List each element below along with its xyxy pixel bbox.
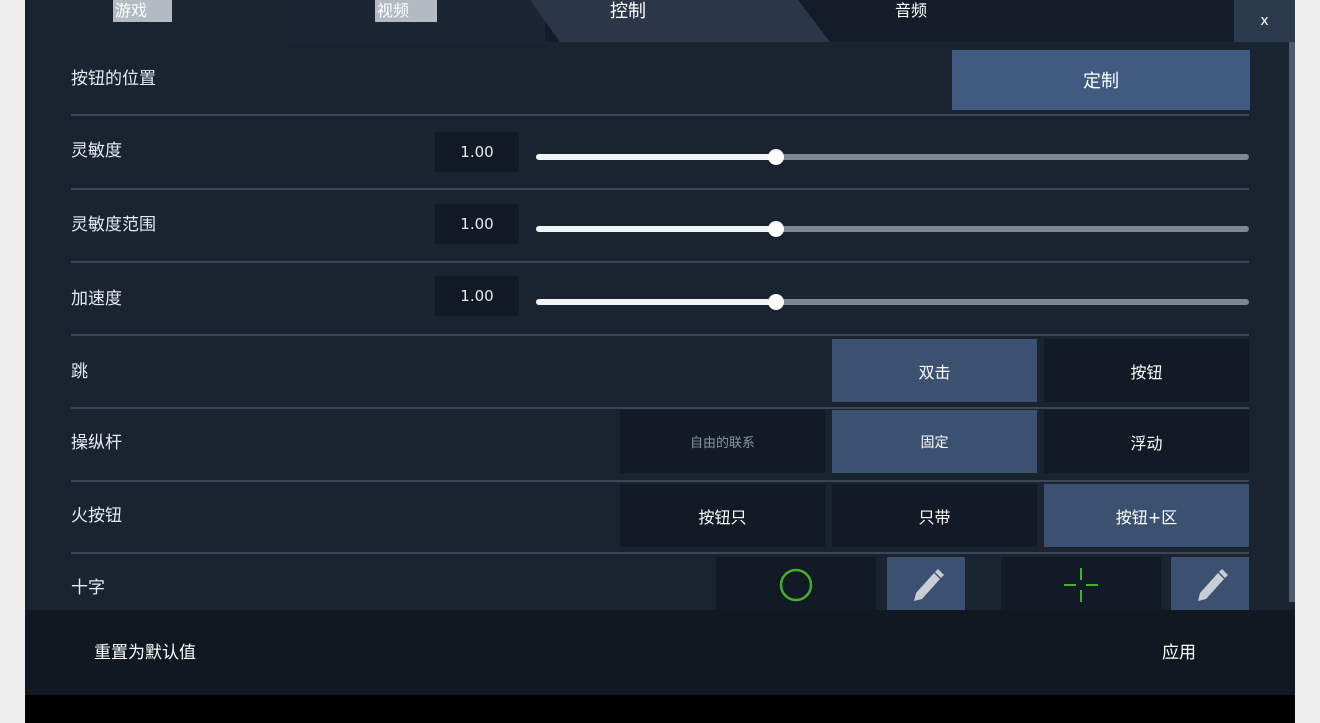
row-sensitivity-range: 灵敏度范围 1.00: [71, 189, 1249, 263]
sensitivity-slider-fill: [536, 154, 776, 160]
jump-option-button[interactable]: 按钮: [1044, 339, 1249, 402]
reset-defaults-button[interactable]: 重置为默认值: [94, 638, 196, 663]
row-sensitivity: 灵敏度 1.00: [71, 116, 1249, 190]
crosshair-circle-option[interactable]: [716, 557, 876, 613]
tab-games[interactable]: 游戏: [25, 0, 287, 42]
tab-video-label: 视频: [375, 0, 437, 22]
sensitivity-label: 灵敏度: [71, 141, 122, 161]
crosshair-label: 十字: [71, 578, 105, 598]
joystick-option-floating[interactable]: 浮动: [1044, 410, 1249, 473]
acceleration-slider-thumb[interactable]: [767, 294, 784, 310]
tab-controls[interactable]: 控制: [530, 0, 830, 42]
sensitivity-range-slider-fill: [536, 226, 776, 232]
tab-games-label: 游戏: [113, 0, 172, 22]
circle-crosshair-icon: [779, 568, 813, 602]
pencil-icon: [914, 569, 944, 601]
fire-button-label: 火按钮: [71, 506, 122, 526]
row-fire-button: 火按钮 按钮只 只带 按钮+区: [71, 480, 1249, 554]
acceleration-value[interactable]: 1.00: [435, 276, 519, 316]
acceleration-slider-fill: [536, 299, 776, 305]
sensitivity-value[interactable]: 1.00: [435, 132, 519, 172]
tab-bar: 游戏 视频 音频 控制 x: [25, 0, 1295, 42]
button-position-label: 按钮的位置: [71, 69, 156, 89]
tab-controls-label: 控制: [610, 1, 646, 22]
crosshair-cross-option[interactable]: [1001, 557, 1161, 613]
row-acceleration: 加速度 1.00: [71, 262, 1249, 336]
jump-label: 跳: [71, 362, 88, 382]
fire-option-button-and-zone[interactable]: 按钮+区: [1044, 484, 1249, 547]
tab-audio-label: 音频: [895, 1, 928, 20]
sensitivity-range-value[interactable]: 1.00: [435, 204, 519, 244]
settings-window: 游戏 视频 音频 控制 x 按钮的位置 定制 灵敏度 1.00 灵敏度范围 1.…: [25, 0, 1295, 723]
sensitivity-range-label: 灵敏度范围: [71, 215, 156, 235]
fire-option-button-only[interactable]: 按钮只: [620, 484, 825, 547]
jump-option-double-tap[interactable]: 双击: [832, 339, 1037, 402]
pencil-icon: [1198, 569, 1228, 601]
crosshair-circle-edit-button[interactable]: [887, 557, 965, 613]
sensitivity-slider-thumb[interactable]: [767, 149, 784, 165]
close-button[interactable]: x: [1234, 0, 1295, 42]
customize-button[interactable]: 定制: [952, 50, 1250, 110]
acceleration-slider[interactable]: [536, 294, 1249, 310]
tab-audio[interactable]: 音频: [800, 0, 1230, 42]
row-joystick: 操纵杆 自由的联系 固定 浮动: [71, 408, 1249, 482]
joystick-option-fixed[interactable]: 固定: [832, 410, 1037, 473]
tab-video[interactable]: 视频: [287, 0, 545, 42]
close-icon: x: [1260, 13, 1269, 29]
joystick-option-free[interactable]: 自由的联系: [620, 410, 825, 473]
scrollbar[interactable]: [1289, 42, 1295, 602]
acceleration-label: 加速度: [71, 289, 122, 309]
crosshair-cross-edit-button[interactable]: [1171, 557, 1249, 613]
sensitivity-range-slider[interactable]: [536, 221, 1249, 237]
footer-strip: [25, 695, 1295, 723]
sensitivity-slider[interactable]: [536, 149, 1249, 165]
cross-crosshair-icon: [1064, 568, 1098, 602]
bottom-bar: 重置为默认值 应用: [25, 610, 1295, 695]
joystick-label: 操纵杆: [71, 433, 122, 453]
apply-button[interactable]: 应用: [1162, 638, 1196, 663]
row-jump: 跳 双击 按钮: [71, 335, 1249, 409]
fire-option-zone-only[interactable]: 只带: [832, 484, 1037, 547]
sensitivity-range-slider-thumb[interactable]: [767, 221, 784, 237]
